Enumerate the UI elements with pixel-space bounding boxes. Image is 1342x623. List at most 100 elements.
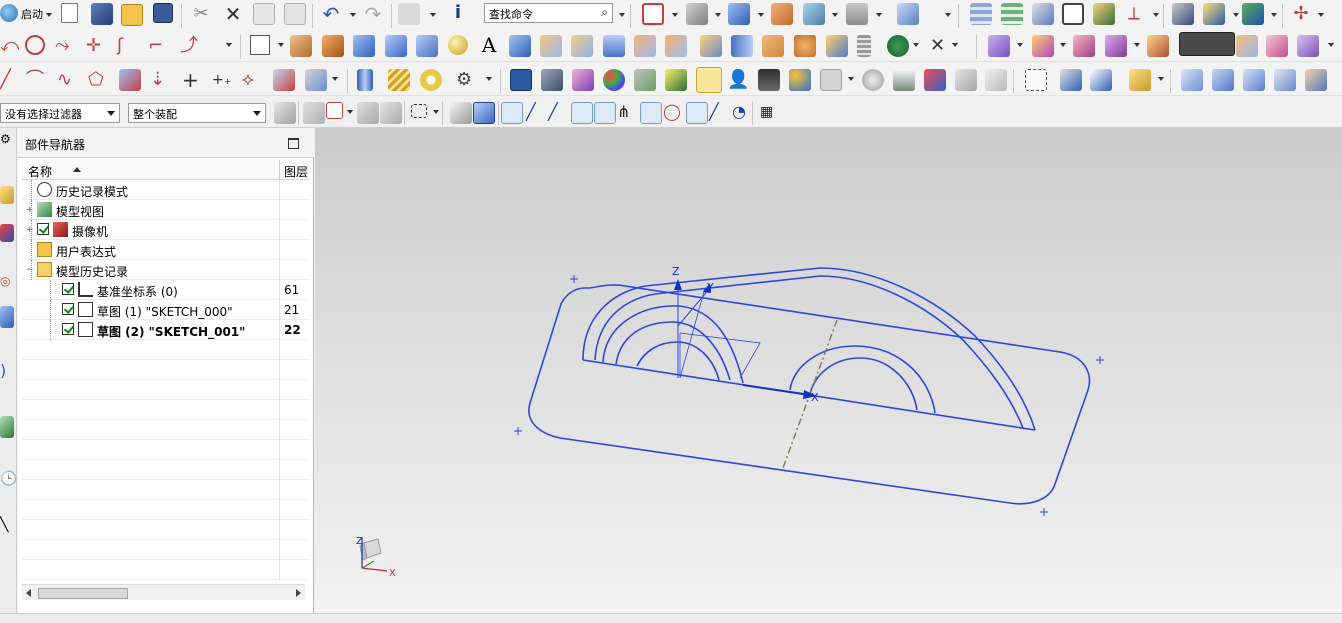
fastener-icon[interactable]: ⚙ [456, 69, 478, 91]
tree-item[interactable]: 用户表达式 [22, 240, 309, 260]
split-body-icon[interactable] [794, 35, 816, 57]
maximize-icon[interactable] [288, 138, 299, 149]
rectangle-icon[interactable] [250, 35, 270, 55]
lights-active-icon[interactable] [696, 67, 722, 93]
start-icon[interactable] [0, 4, 18, 22]
show-hide-icon[interactable] [1032, 3, 1054, 25]
synchronous-modeling-icon[interactable] [988, 35, 1010, 57]
washer-icon[interactable] [420, 69, 442, 91]
cut-icon[interactable]: ✂ [190, 3, 212, 25]
collapse-icon[interactable]: − [26, 266, 34, 275]
sort-ascending-icon[interactable] [73, 167, 81, 172]
snap-arc-center-icon[interactable] [594, 102, 616, 124]
import-icon[interactable] [91, 3, 113, 25]
multi-point-icon[interactable]: +₊ [212, 69, 234, 91]
graphics-window[interactable]: Z Y X Z X [315, 128, 1342, 613]
part-navigator-tab-icon[interactable] [0, 224, 14, 242]
thread-icon[interactable] [857, 35, 871, 57]
project-curve-icon[interactable]: ⇣ [150, 69, 172, 91]
select-faces-icon[interactable] [450, 102, 472, 124]
quick-trim-icon[interactable]: ⤳ [55, 35, 77, 57]
trim-body-icon[interactable] [762, 35, 784, 57]
texture-icon[interactable] [893, 69, 915, 91]
tree-item[interactable]: 基准坐标系 (0) 61 [22, 280, 309, 300]
snap-on-face-icon[interactable]: ◔ [732, 102, 754, 124]
section-curve-icon[interactable] [273, 69, 295, 91]
shape-studio-icon[interactable] [572, 69, 594, 91]
scroll-left-icon[interactable] [26, 589, 31, 597]
text-tool-icon[interactable]: A [478, 33, 500, 57]
circle-icon[interactable] [25, 35, 45, 55]
new-file-icon[interactable] [61, 3, 78, 23]
general-selection-icon[interactable] [274, 102, 296, 124]
grid-icon[interactable]: ▦ [760, 102, 782, 124]
delete-icon[interactable]: ✕ [222, 3, 244, 25]
snap-quadrant-icon[interactable]: ◯ [663, 102, 685, 124]
fillet-icon[interactable]: ⌐ [148, 35, 170, 57]
revolve-icon[interactable] [322, 35, 344, 57]
selection-filter-dropdown[interactable]: 没有选择过滤器 [0, 103, 120, 123]
sketch-canvas[interactable]: Z Y X Z X [315, 128, 1342, 613]
snap-endpoint-icon[interactable] [501, 102, 523, 124]
tree-item[interactable]: 历史记录模式 [22, 180, 309, 200]
redo-icon[interactable]: ↷ [362, 3, 384, 25]
select-body-icon[interactable] [473, 102, 495, 124]
snap-intersection-icon[interactable] [571, 102, 593, 124]
checkbox-checked-icon[interactable] [62, 303, 74, 315]
color-palette-icon[interactable] [603, 69, 625, 91]
export-package-icon[interactable] [1129, 69, 1151, 91]
rectangle-select-icon[interactable] [411, 104, 427, 118]
shell-icon[interactable] [603, 35, 625, 57]
information-icon[interactable]: i [447, 2, 469, 24]
human-figure-icon[interactable]: 👤 [727, 69, 749, 91]
movie-icon[interactable] [510, 69, 532, 91]
open-folder-icon[interactable] [121, 4, 143, 26]
layer-settings-icon[interactable] [970, 3, 992, 25]
expand-icon[interactable]: + [26, 206, 34, 215]
quick-extend-icon[interactable]: ✛ [86, 35, 108, 57]
cylinder-feature-icon[interactable] [385, 35, 407, 57]
ambient-occlusion-icon[interactable] [862, 69, 884, 91]
delete-face-icon[interactable] [1073, 35, 1095, 57]
mirror-feature-icon[interactable] [731, 35, 753, 57]
resize-face-icon[interactable] [1236, 35, 1258, 57]
clock-tab-icon[interactable]: 🕒 [0, 470, 17, 488]
command-search-field[interactable]: 查找命令 ⌕ [484, 3, 613, 23]
assembly-navigator-icon[interactable] [1172, 3, 1194, 25]
column-layer-header[interactable]: 图层 [284, 163, 308, 180]
through-curves-icon[interactable] [1181, 69, 1203, 91]
measure-icon[interactable]: ✢ [1290, 3, 1312, 25]
datum-plane-icon[interactable] [826, 35, 848, 57]
paste-icon[interactable] [284, 3, 306, 25]
chamfer-icon[interactable] [571, 35, 593, 57]
pull-face-icon[interactable] [1266, 35, 1288, 57]
tree-item[interactable]: 草图 (1) "SKETCH_000" 21 [22, 300, 309, 320]
spotlight-icon[interactable] [665, 69, 687, 91]
command-finder-icon[interactable] [1179, 32, 1235, 56]
intersection-curve-icon[interactable]: ⟡ [242, 69, 264, 91]
rendering-style-icon[interactable] [686, 3, 708, 25]
undo-icon[interactable]: ↶ [320, 3, 342, 25]
resource-gear-icon[interactable]: ⚙ [0, 132, 14, 146]
wcs-icon[interactable] [1062, 3, 1084, 25]
hole-icon[interactable] [634, 35, 656, 57]
fit-view-icon[interactable] [642, 3, 664, 25]
background-icon[interactable] [846, 3, 868, 25]
point-icon[interactable] [887, 35, 909, 57]
analysis-icon[interactable] [1203, 3, 1225, 25]
constraint-navigator-tab-icon[interactable]: ◎ [0, 274, 14, 288]
snap-control-icon[interactable]: ╱ [548, 102, 570, 124]
material-icon[interactable] [634, 69, 656, 91]
checkbox-checked-icon[interactable] [62, 283, 74, 295]
datum-axis-icon[interactable]: ✕ [930, 35, 952, 57]
start-button-label[interactable]: 启动 [21, 6, 43, 22]
offset-curve-in-face-icon[interactable] [119, 69, 141, 91]
tree-item[interactable]: − 模型历史记录 [22, 260, 309, 280]
snap-existing-point-icon[interactable] [686, 102, 708, 124]
profile-icon[interactable]: ⤺ [0, 35, 22, 57]
wave-link-icon[interactable] [1060, 69, 1082, 91]
cone-icon[interactable] [416, 35, 438, 57]
image-icon[interactable] [924, 69, 946, 91]
block-icon[interactable] [353, 35, 375, 57]
scroll-right-icon[interactable] [296, 589, 301, 597]
